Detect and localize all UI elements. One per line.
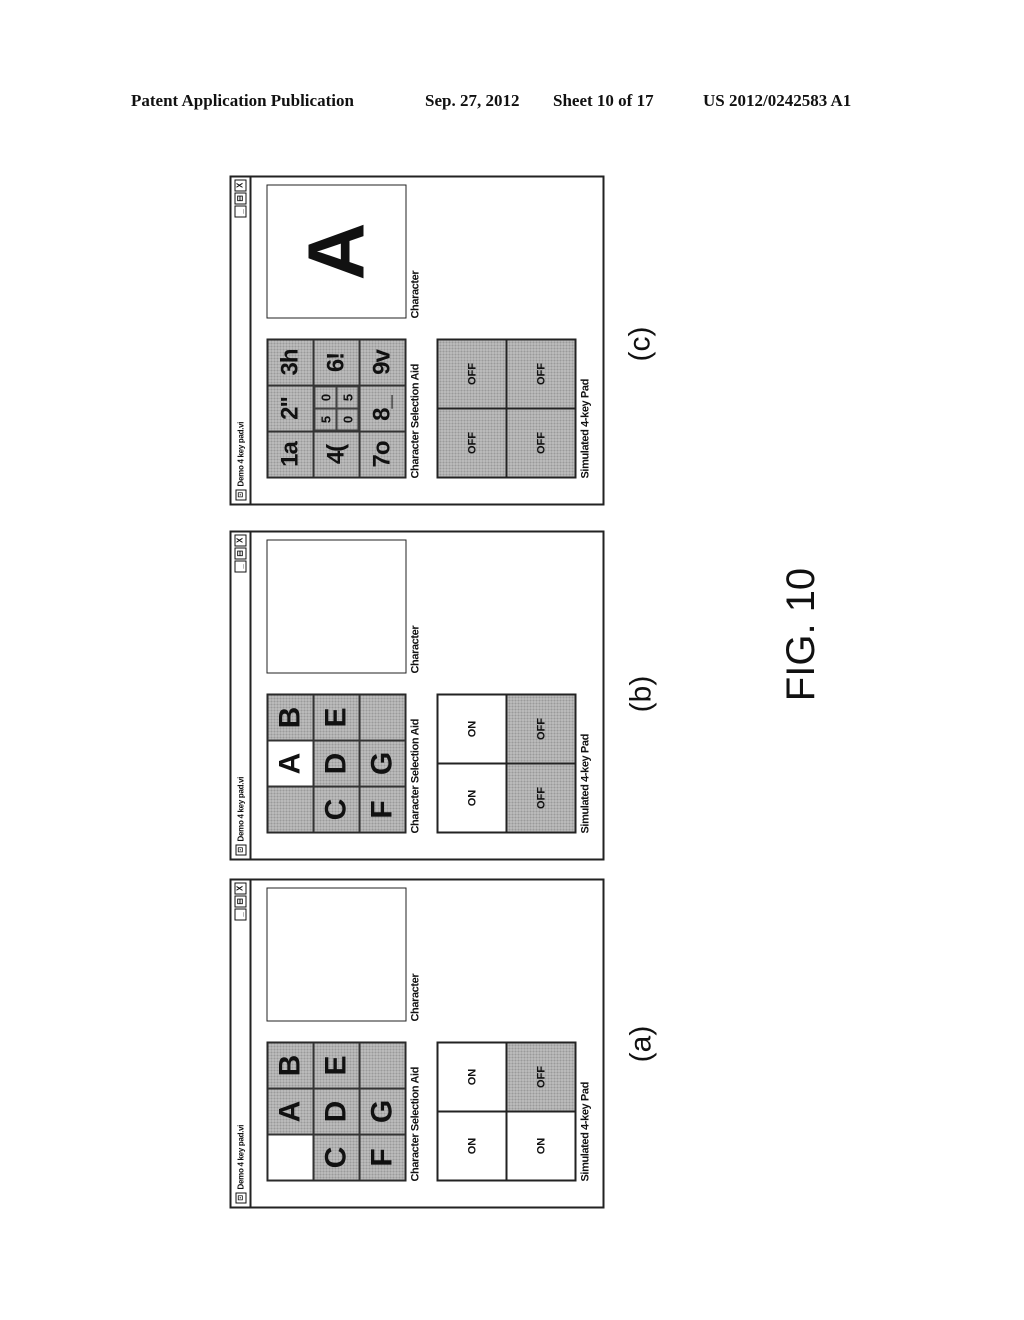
- panel-b: ⊡ Demo 4 key pad.vi _ ⊟ X ABCDEFG Charac…: [229, 530, 605, 861]
- pad-key[interactable]: ON: [437, 1042, 507, 1112]
- grid-cell[interactable]: [267, 786, 314, 833]
- maximize-icon[interactable]: ⊟: [234, 547, 247, 560]
- character-selection-grid: ABCDEFG: [266, 1041, 407, 1182]
- grid-cell[interactable]: D: [313, 1088, 360, 1135]
- grid-cell[interactable]: 1a: [267, 431, 314, 478]
- minimize-icon[interactable]: _: [234, 908, 247, 921]
- app-icon: ⊡: [235, 489, 246, 501]
- pad-key[interactable]: ON: [506, 1111, 576, 1181]
- publication-date: Sep. 27, 2012: [425, 91, 520, 110]
- figure-label: FIG. 10: [779, 567, 824, 702]
- pad-key[interactable]: OFF: [506, 763, 576, 833]
- window-title: Demo 4 key pad.vi: [236, 421, 245, 487]
- mini-grid-cell: 5: [336, 386, 359, 409]
- grid-cell[interactable]: 9v: [359, 339, 406, 386]
- caption-a: (a): [624, 1025, 658, 1063]
- character-selection-aid-label: Character Selection Aid: [409, 719, 422, 834]
- character-display: [266, 887, 407, 1022]
- publication-label: Patent Application Publication: [131, 91, 354, 110]
- panel-a: ⊡ Demo 4 key pad.vi _ ⊟ X ABCDEFG Charac…: [229, 878, 605, 1209]
- grid-cell[interactable]: F: [359, 786, 406, 833]
- pad-key[interactable]: OFF: [506, 1042, 576, 1112]
- close-icon[interactable]: X: [234, 534, 247, 547]
- title-bar: ⊡ Demo 4 key pad.vi _ ⊟ X: [231, 177, 252, 504]
- mini-grid-cell: 0: [314, 386, 337, 409]
- simulated-key-pad-label: Simulated 4-key Pad: [579, 1082, 592, 1182]
- grid-cell[interactable]: A: [267, 740, 314, 787]
- close-icon[interactable]: X: [234, 882, 247, 895]
- pad-key[interactable]: OFF: [506, 339, 576, 409]
- character-selection-aid-label: Character Selection Aid: [409, 364, 422, 479]
- grid-cell[interactable]: B: [267, 694, 314, 741]
- character-display: A: [266, 184, 407, 319]
- pad-key[interactable]: ON: [437, 763, 507, 833]
- grid-cell[interactable]: D: [313, 740, 360, 787]
- app-icon: ⊡: [235, 844, 246, 856]
- mini-grid-cell: 0: [336, 408, 359, 431]
- app-window: ⊡ Demo 4 key pad.vi _ ⊟ X ABCDEFG Charac…: [229, 530, 605, 861]
- pad-key[interactable]: OFF: [437, 408, 507, 478]
- title-bar: ⊡ Demo 4 key pad.vi _ ⊟ X: [231, 532, 252, 859]
- sheet-number: Sheet 10 of 17: [553, 91, 654, 110]
- grid-cell[interactable]: E: [313, 694, 360, 741]
- grid-cell[interactable]: [359, 1042, 406, 1089]
- close-icon[interactable]: X: [234, 179, 247, 192]
- pad-key[interactable]: ON: [437, 694, 507, 764]
- app-window: ⊡ Demo 4 key pad.vi _ ⊟ X ABCDEFG Charac…: [229, 878, 605, 1209]
- grid-cell[interactable]: 6!: [313, 339, 360, 386]
- grid-cell[interactable]: F: [359, 1134, 406, 1181]
- grid-cell[interactable]: [267, 1134, 314, 1181]
- character-label: Character: [409, 270, 422, 319]
- character-label: Character: [409, 973, 422, 1022]
- window-title: Demo 4 key pad.vi: [236, 776, 245, 842]
- grid-cell[interactable]: C: [313, 786, 360, 833]
- grid-cell[interactable]: E: [313, 1042, 360, 1089]
- simulated-key-pad: OFF OFF OFF OFF: [436, 338, 577, 479]
- grid-cell[interactable]: [359, 694, 406, 741]
- pad-key[interactable]: OFF: [437, 339, 507, 409]
- simulated-key-pad: ON ON ON OFF: [436, 1041, 577, 1182]
- grid-cell[interactable]: 3h: [267, 339, 314, 386]
- mini-grid-cell: 5: [314, 408, 337, 431]
- grid-cell[interactable]: G: [359, 1088, 406, 1135]
- minimize-icon[interactable]: _: [234, 205, 247, 218]
- patent-number: US 2012/0242583 A1: [703, 91, 852, 110]
- character-selection-grid: 1a 2" 3h 4(5 0 0 5 6! 7o 8_ 9v: [266, 338, 407, 479]
- pad-key[interactable]: ON: [437, 1111, 507, 1181]
- grid-cell[interactable]: 5005: [313, 385, 360, 432]
- simulated-key-pad: ON ON OFF OFF: [436, 693, 577, 834]
- grid-cell[interactable]: 8_: [359, 385, 406, 432]
- maximize-icon[interactable]: ⊟: [234, 192, 247, 205]
- grid-cell[interactable]: C: [313, 1134, 360, 1181]
- character-selection-grid: ABCDEFG: [266, 693, 407, 834]
- character-display: [266, 539, 407, 674]
- grid-cell[interactable]: 7o: [359, 431, 406, 478]
- pad-key[interactable]: OFF: [506, 408, 576, 478]
- character-selection-aid-label: Character Selection Aid: [409, 1067, 422, 1182]
- grid-cell[interactable]: A: [267, 1088, 314, 1135]
- title-bar: ⊡ Demo 4 key pad.vi _ ⊟ X: [231, 880, 252, 1207]
- character-label: Character: [409, 625, 422, 674]
- grid-cell[interactable]: 2": [267, 385, 314, 432]
- mini-grid: 5005: [314, 386, 359, 431]
- app-window: ⊡ Demo 4 key pad.vi _ ⊟ X 1a 2" 3h 4(5 0 0 5 6!…: [229, 175, 605, 506]
- grid-cell[interactable]: 4(: [313, 431, 360, 478]
- grid-cell[interactable]: G: [359, 740, 406, 787]
- simulated-key-pad-label: Simulated 4-key Pad: [579, 734, 592, 834]
- maximize-icon[interactable]: ⊟: [234, 895, 247, 908]
- pad-key[interactable]: OFF: [506, 694, 576, 764]
- simulated-key-pad-label: Simulated 4-key Pad: [579, 379, 592, 479]
- grid-cell[interactable]: B: [267, 1042, 314, 1089]
- caption-b: (b): [624, 675, 658, 713]
- minimize-icon[interactable]: _: [234, 560, 247, 573]
- panel-c: ⊡ Demo 4 key pad.vi _ ⊟ X 1a 2" 3h 4(5 0 0 5 6!…: [229, 175, 605, 506]
- window-title: Demo 4 key pad.vi: [236, 1124, 245, 1190]
- app-icon: ⊡: [235, 1192, 246, 1204]
- caption-c: (c): [623, 326, 657, 362]
